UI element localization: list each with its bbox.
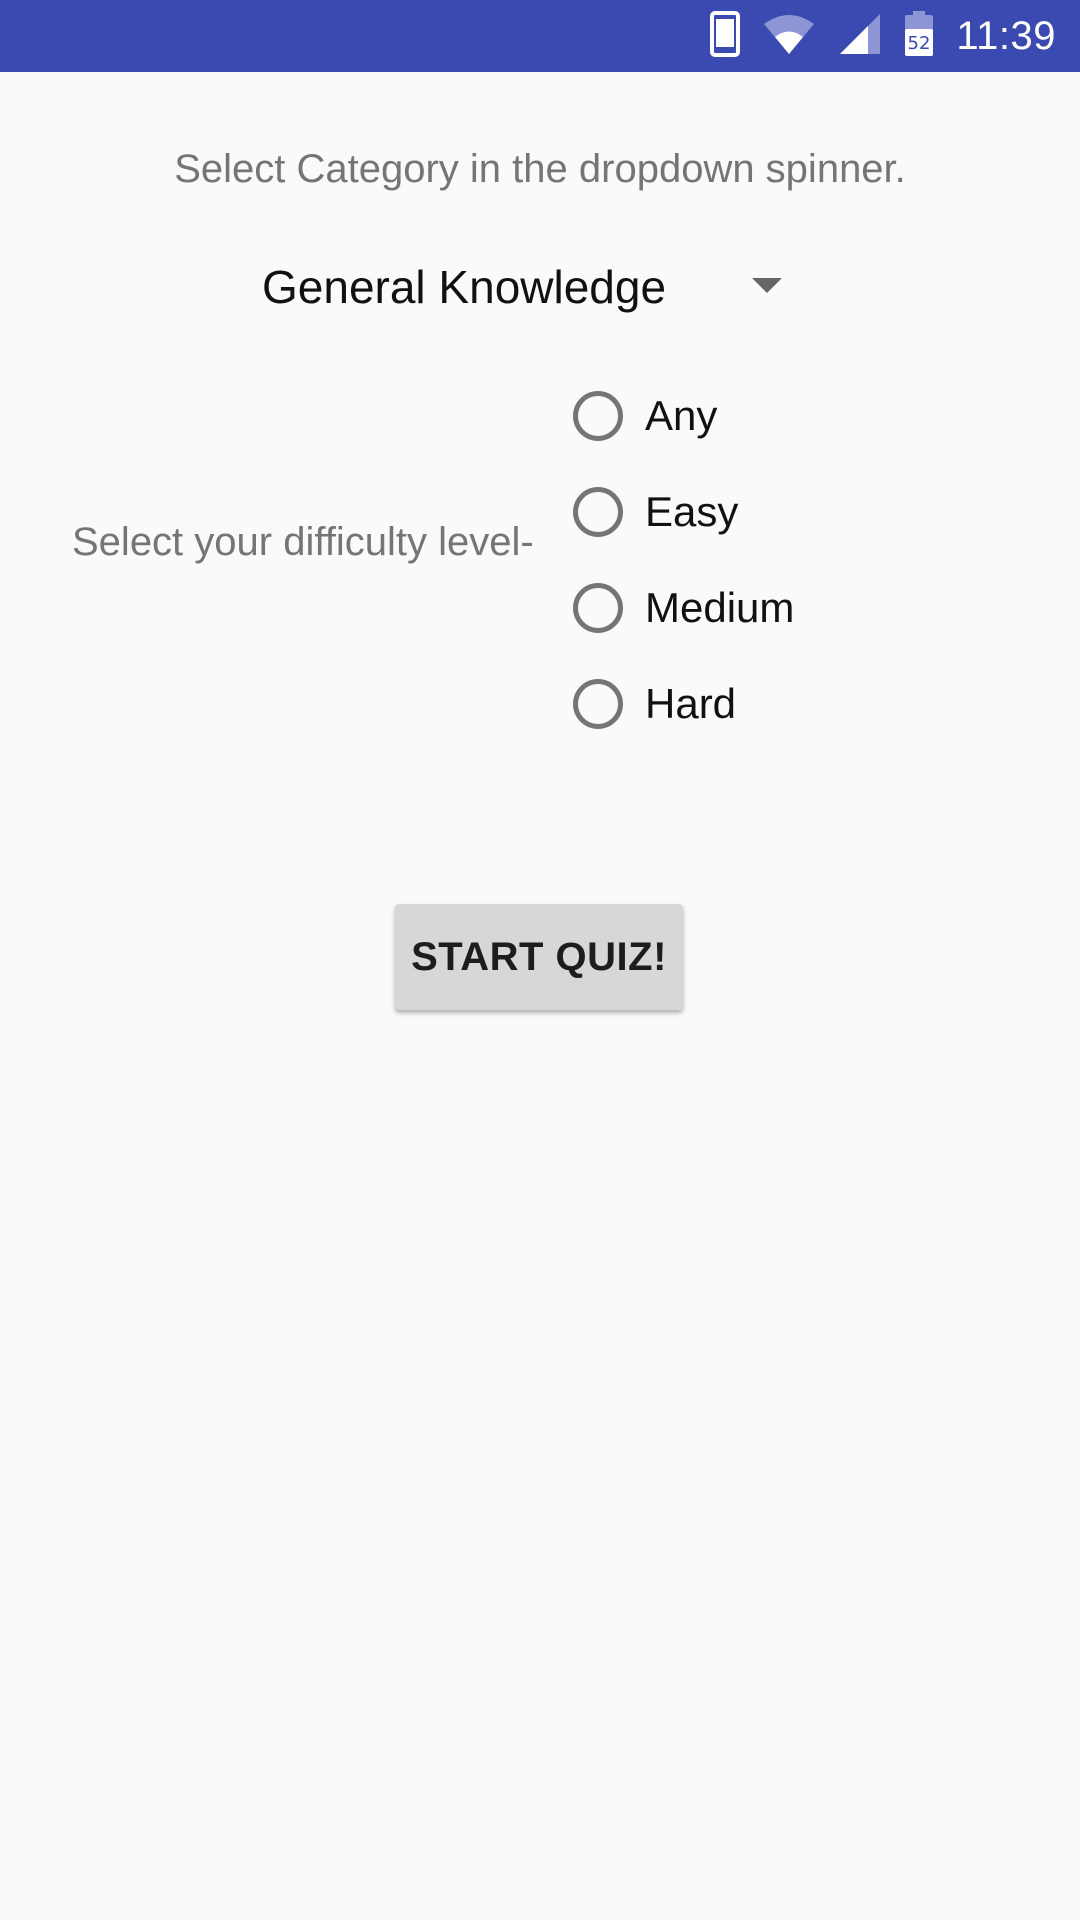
radio-label: Easy <box>645 488 739 535</box>
radio-option-easy[interactable]: Easy <box>570 464 890 560</box>
radio-button-icon <box>573 679 623 729</box>
status-bar: 52 11:39 <box>0 0 1080 72</box>
radio-option-medium[interactable]: Medium <box>570 560 890 656</box>
radio-label: Any <box>645 392 718 439</box>
category-instruction: Select Category in the dropdown spinner. <box>174 147 906 191</box>
status-icons: 52 11:39 <box>710 0 1056 72</box>
battery-icon: 52 <box>904 10 934 62</box>
battery-level-text: 52 <box>908 33 931 54</box>
category-spinner[interactable]: General Knowledge <box>240 242 800 332</box>
wifi-icon <box>762 12 816 61</box>
cell-signal-icon <box>838 12 882 61</box>
radio-button-icon <box>573 391 623 441</box>
radio-button-icon <box>573 583 623 633</box>
main-content: Select Category in the dropdown spinner.… <box>0 72 1080 1920</box>
radio-option-any[interactable]: Any <box>570 368 890 464</box>
start-quiz-button[interactable]: START QUIZ! <box>395 904 683 1010</box>
phone-icon <box>710 10 741 62</box>
dropdown-arrow-icon <box>752 278 782 293</box>
difficulty-label: Select your difficulty level- <box>72 520 534 564</box>
radio-label: Hard <box>645 680 737 727</box>
status-time: 11:39 <box>956 13 1056 58</box>
radio-option-hard[interactable]: Hard <box>570 656 890 752</box>
difficulty-radio-group: Any Easy Medium Hard <box>570 368 890 752</box>
radio-label: Medium <box>645 584 795 631</box>
radio-button-icon <box>573 487 623 537</box>
spinner-selected-value: General Knowledge <box>262 261 667 313</box>
